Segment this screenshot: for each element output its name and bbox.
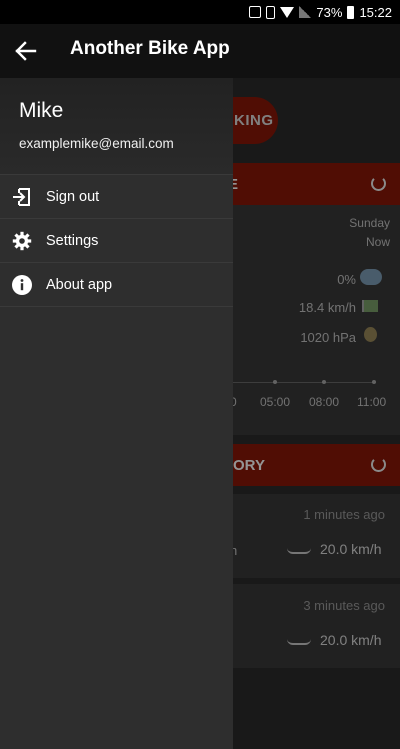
- gear-icon: [12, 231, 32, 250]
- menu-label: About app: [46, 276, 113, 293]
- user-email: examplemike@email.com: [19, 136, 174, 151]
- menu-item-sign-out[interactable]: Sign out: [0, 174, 233, 218]
- battery-icon: [347, 5, 355, 19]
- user-name: Mike: [19, 99, 64, 122]
- status-bar: 73% 15:22: [0, 0, 400, 24]
- menu-item-about[interactable]: About app: [0, 262, 233, 306]
- menu-item-settings[interactable]: Settings: [0, 218, 233, 262]
- drawer-header: Mike examplemike@email.com: [0, 78, 233, 174]
- app-bar: Another Bike App: [0, 24, 400, 78]
- vibrate-icon: [266, 5, 276, 19]
- app-title: Another Bike App: [70, 38, 230, 59]
- nfc-icon: [249, 6, 262, 18]
- wifi-icon: [280, 6, 295, 18]
- battery-percent: 73%: [316, 4, 343, 20]
- info-icon: [12, 274, 32, 295]
- menu-label: Sign out: [46, 188, 100, 205]
- signal-icon: [299, 6, 312, 18]
- menu-divider: [0, 306, 233, 307]
- sign-out-icon: [13, 187, 30, 206]
- menu-label: Settings: [46, 232, 99, 249]
- status-time: 15:22: [359, 4, 392, 20]
- back-arrow-icon[interactable]: [14, 40, 38, 62]
- navigation-drawer: Mike examplemike@email.com Sign out Sett…: [0, 78, 233, 749]
